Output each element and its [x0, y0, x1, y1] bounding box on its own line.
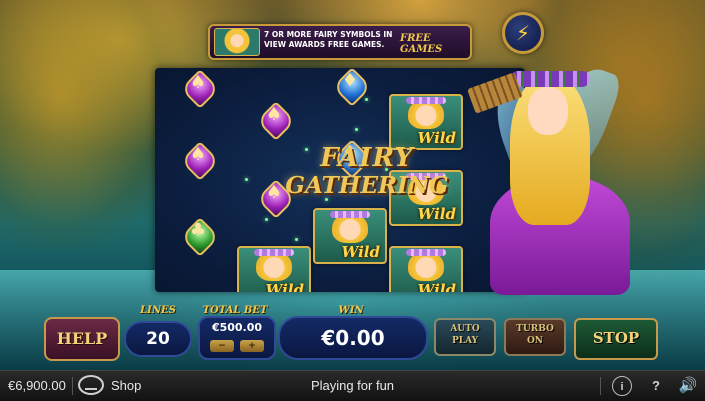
game-background: ♠ ♠ ♣ ♠ ♠ Wild ♦ ♦ Wild Wild Wild Wild F…	[0, 0, 705, 370]
flower-crown	[406, 97, 446, 104]
sparkle	[355, 128, 358, 131]
spade-icon: ♠	[189, 144, 207, 165]
wild-label: Wild	[417, 281, 456, 292]
flower-crown	[406, 249, 446, 256]
spade-icon: ♠	[265, 104, 283, 125]
green-club-symbol: ♣	[179, 217, 220, 257]
foliage-left	[0, 0, 180, 250]
turbo-button[interactable]: TURBO ON	[504, 318, 566, 356]
stop-button[interactable]: STOP	[574, 318, 658, 360]
sparkle	[265, 218, 268, 221]
bet-decrease-button[interactable]: −	[210, 340, 234, 352]
win-display: €0.00	[278, 316, 428, 360]
auto-play-line-1: AUTO	[450, 324, 480, 334]
spade-icon: ♠	[189, 72, 207, 93]
wild-label: Wild	[417, 205, 456, 223]
lines-display[interactable]: 20	[124, 321, 192, 357]
wild-symbol: Wild	[389, 94, 463, 150]
wild-symbol: Wild	[237, 246, 311, 292]
wild-label: Wild	[265, 281, 304, 292]
total-bet-box: €500.00 − +	[198, 316, 276, 360]
help-button[interactable]: HELP	[44, 317, 120, 361]
wild-symbol: Wild	[313, 208, 387, 264]
free-games-label: FREE GAMES	[400, 33, 443, 55]
fairy-face	[528, 87, 568, 135]
flower-crown	[330, 211, 370, 218]
info-icon[interactable]: i	[612, 376, 632, 396]
bet-increase-button[interactable]: +	[240, 340, 264, 352]
wild-label: Wild	[341, 243, 380, 261]
win-label: WIN	[338, 305, 364, 316]
sparkle	[295, 238, 298, 241]
purple-spade-symbol: ♠	[255, 101, 296, 141]
divider	[600, 377, 601, 395]
total-bet-label: TOTAL BET	[202, 305, 268, 316]
speaker-icon[interactable]: 🔊	[678, 376, 698, 396]
auto-play-line-2: PLAY	[451, 336, 479, 346]
logo-line-2: GATHERING	[285, 172, 449, 199]
diamond-icon: ♦	[341, 70, 359, 91]
logo-line-1: FAIRY	[320, 143, 414, 173]
club-icon: ♣	[189, 220, 207, 241]
bottom-bar: €6,900.00 Shop Playing for fun i ? 🔊	[0, 370, 705, 401]
sparkle	[245, 178, 248, 181]
purple-spade-symbol: ♠	[179, 69, 220, 109]
turbo-line-1: TURBO	[516, 324, 554, 334]
free-games-banner: 7 OR MORE FAIRY SYMBOLS IN VIEW AWARDS F…	[208, 24, 472, 60]
banner-text: 7 OR MORE FAIRY SYMBOLS IN VIEW AWARDS F…	[264, 30, 393, 49]
lines-label: LINES	[140, 305, 176, 316]
auto-play-button[interactable]: AUTO PLAY	[434, 318, 496, 356]
game-logo: FAIRY GATHERING	[282, 143, 452, 200]
blue-diamond-symbol: ♦	[331, 68, 372, 107]
wild-symbol: Wild	[389, 246, 463, 292]
turbo-line-2: ON	[526, 336, 544, 346]
fairy-wreath	[510, 71, 590, 87]
fairy-character	[467, 55, 640, 295]
purple-spade-symbol: ♠	[179, 141, 220, 181]
flower-crown	[254, 249, 294, 256]
lightning-bolt-icon[interactable]: ⚡	[502, 12, 544, 54]
help-icon[interactable]: ?	[646, 376, 666, 396]
total-bet-value: €500.00	[211, 321, 263, 334]
fairy-thumbnail	[214, 28, 260, 56]
